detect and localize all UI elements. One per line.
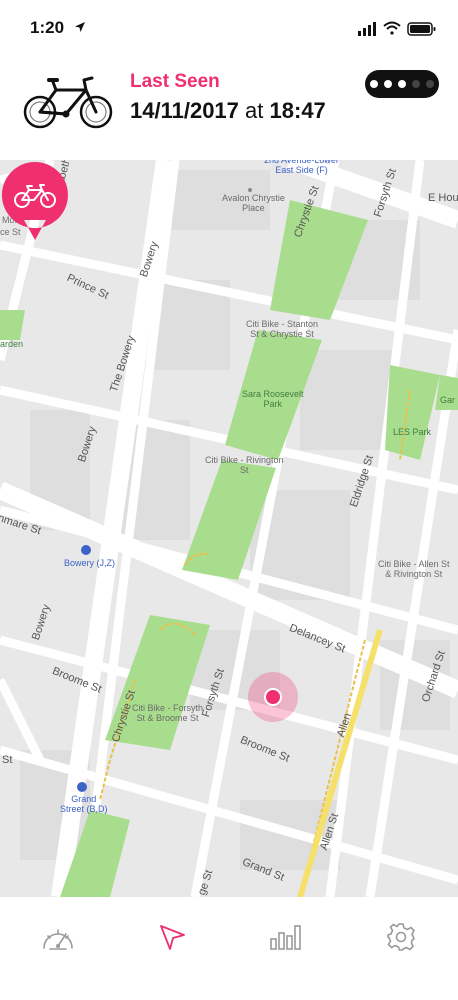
street-label: St — [2, 754, 13, 766]
navigation-arrow-icon — [160, 925, 185, 950]
status-bar: 1:20 — [0, 0, 458, 56]
header: Last Seen 14/11/2017 at 18:47 — [0, 56, 458, 160]
settings-gear-icon — [387, 923, 415, 951]
subway-icon — [81, 545, 91, 555]
poi-label[interactable]: Avalon Chrystie Place — [222, 193, 285, 214]
tab-stats[interactable] — [264, 917, 308, 957]
wifi-icon — [383, 21, 401, 35]
bike-station-label[interactable]: Citi Bike - Rivington St — [205, 455, 284, 476]
last-seen-date: 14/11/2017 — [130, 98, 239, 123]
bicycle-illustration — [23, 76, 113, 129]
map-canvas[interactable] — [0, 160, 458, 897]
subway-station-label[interactable]: Grand Street (B,D) — [60, 794, 108, 815]
user-location-marker — [248, 672, 298, 722]
park-label[interactable]: Sara Roosevelt Park — [242, 389, 304, 410]
bike-station-label[interactable]: Citi Bike - Allen St & Rivington St — [378, 559, 450, 580]
status-icons — [358, 21, 436, 36]
park-label: Gar — [440, 395, 456, 405]
tab-location[interactable] — [150, 917, 194, 957]
stats-bars-icon — [270, 925, 301, 950]
bike-station-label[interactable]: Citi Bike - Stanton St & Chrystie St — [246, 319, 318, 340]
subway-icon — [77, 782, 87, 792]
user-location-dot — [264, 688, 282, 706]
battery-dot — [370, 80, 378, 88]
map-view[interactable]: Elizabeth St Bowery Prince St The Bowery… — [0, 160, 458, 897]
tab-settings[interactable] — [379, 917, 423, 957]
tab-bar — [0, 897, 458, 1000]
battery-icon — [407, 22, 436, 36]
battery-dot — [426, 80, 434, 88]
park-label: arden — [0, 339, 24, 349]
last-seen-time: 18:47 — [269, 98, 326, 123]
subway-station-label[interactable]: 2nd Avenue-Lower East Side (F) — [264, 160, 339, 176]
battery-dot — [384, 80, 392, 88]
last-seen-label: Last Seen — [130, 71, 220, 92]
battery-dot — [412, 80, 420, 88]
bike-location-marker[interactable] — [0, 160, 70, 242]
last-seen-timestamp: 14/11/2017 at 18:47 — [130, 98, 326, 124]
tab-dashboard[interactable] — [36, 917, 80, 957]
battery-level-indicator[interactable] — [365, 70, 439, 98]
battery-dot — [398, 80, 406, 88]
subway-station-label[interactable]: Bowery (J,Z) — [64, 558, 115, 569]
speedometer-icon — [43, 929, 73, 950]
park-label[interactable]: LES Park — [393, 427, 431, 438]
location-services-icon — [75, 22, 85, 32]
cellular-signal-icon — [358, 22, 376, 36]
status-time: 1:20 — [30, 18, 65, 37]
bike-station-label[interactable]: Citi Bike - Forsyth St & Broome St — [132, 703, 203, 724]
at-word: at — [245, 98, 264, 123]
street-label: E Hous — [428, 192, 458, 204]
